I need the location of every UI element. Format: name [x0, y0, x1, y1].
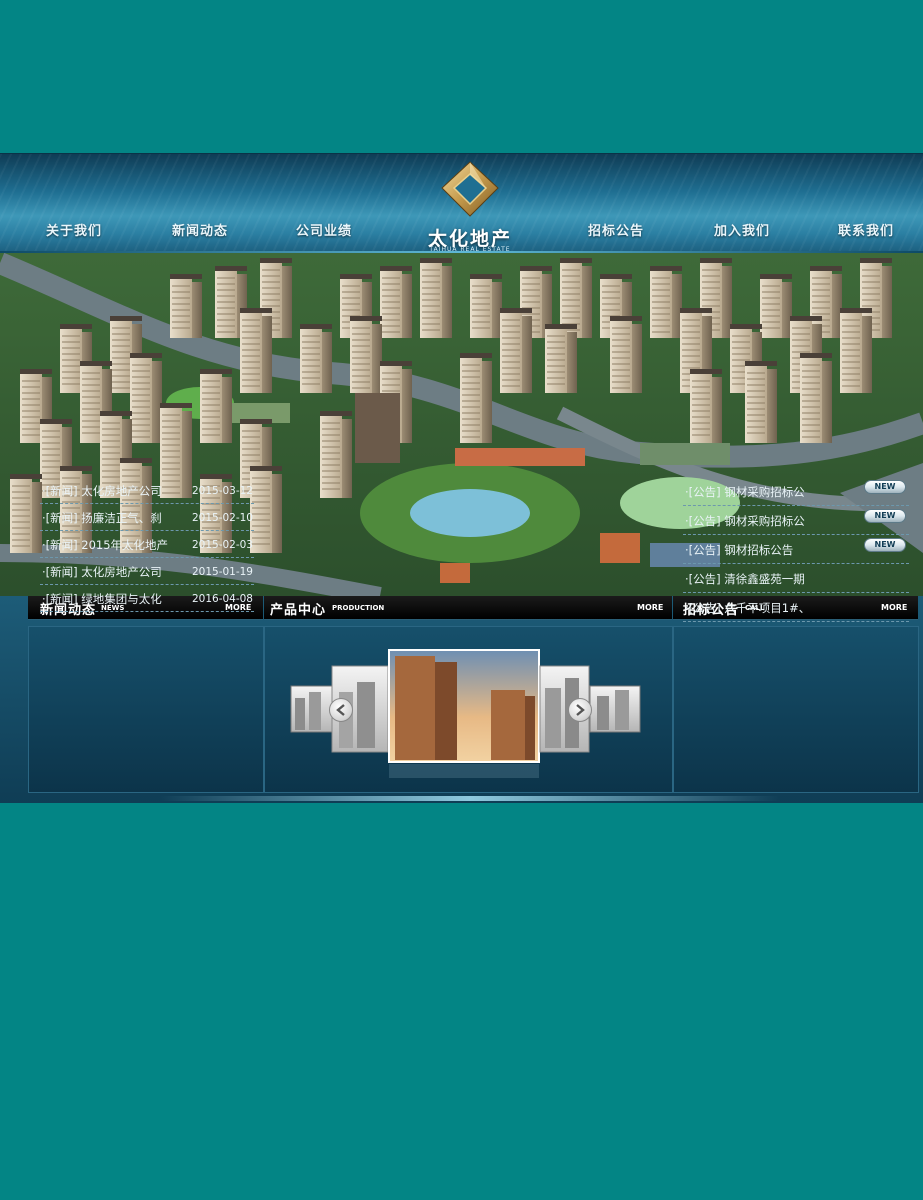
call-item[interactable]: ·[公告] 钢材招标公告 NEW	[683, 536, 909, 564]
nav-join[interactable]: 加入我们	[697, 220, 787, 239]
news-item[interactable]: ·[新闻] 扬廉洁正气、刹 2015-02-10	[40, 505, 254, 531]
carousel-next-button[interactable]	[568, 698, 592, 722]
news-list: ·[新闻] 太化房地产公司 2015-03-12 ·[新闻] 扬廉洁正气、刹 201…	[40, 478, 254, 613]
call-item[interactable]: ·[公告] 六千平项目1#、	[683, 594, 909, 622]
carousel-prev-button[interactable]	[329, 698, 353, 722]
call-box	[673, 626, 919, 793]
nav-tender[interactable]: 招标公告	[571, 220, 661, 239]
production-title-bar: 产品中心 PRODUCTION MORE	[264, 596, 672, 620]
carousel-images	[290, 649, 641, 778]
header: 关于我们 新闻动态 公司业绩 太化地产 TAIHUA REAL ESTATE 招…	[0, 153, 923, 254]
nav-news[interactable]: 新闻动态	[155, 220, 245, 239]
logo-subtitle: TAIHUA REAL ESTATE	[429, 246, 511, 253]
news-box	[28, 626, 264, 793]
call-item[interactable]: ·[公告] 钢材采购招标公 NEW	[683, 507, 909, 535]
nav-contact[interactable]: 联系我们	[821, 220, 911, 239]
call-item[interactable]: ·[公告] 钢材采购招标公 NEW	[683, 478, 909, 506]
new-badge: NEW	[864, 480, 906, 494]
news-item[interactable]: ·[新闻] 绿地集团与太化 2016-04-08	[40, 586, 254, 612]
new-badge: NEW	[864, 538, 906, 552]
logo-emblem-icon	[441, 161, 499, 217]
call-list: ·[公告] 钢材采购招标公 NEW ·[公告] 钢材采购招标公 NEW ·[公告] …	[683, 478, 909, 623]
production-more-link[interactable]: MORE	[637, 603, 663, 612]
news-item[interactable]: ·[新闻] 太化房地产公司 2015-01-19	[40, 559, 254, 585]
chevron-right-icon	[576, 704, 585, 716]
news-item[interactable]: ·[新闻] 2015年太化地产 2015-02-03	[40, 532, 254, 558]
production-title-en: PRODUCTION	[332, 604, 385, 612]
production-title: 产品中心	[270, 603, 327, 618]
logo[interactable]: 太化地产 TAIHUA REAL ESTATE	[420, 158, 520, 254]
call-item[interactable]: ·[公告] 清徐鑫盛苑一期	[683, 565, 909, 593]
panel-glow-divider	[160, 796, 780, 801]
chevron-left-icon	[336, 704, 345, 716]
new-badge: NEW	[864, 509, 906, 523]
nav-about[interactable]: 关于我们	[29, 220, 119, 239]
product-carousel	[265, 632, 673, 794]
nav-performance[interactable]: 公司业绩	[279, 220, 369, 239]
news-item[interactable]: ·[新闻] 太化房地产公司 2015-03-12	[40, 478, 254, 504]
